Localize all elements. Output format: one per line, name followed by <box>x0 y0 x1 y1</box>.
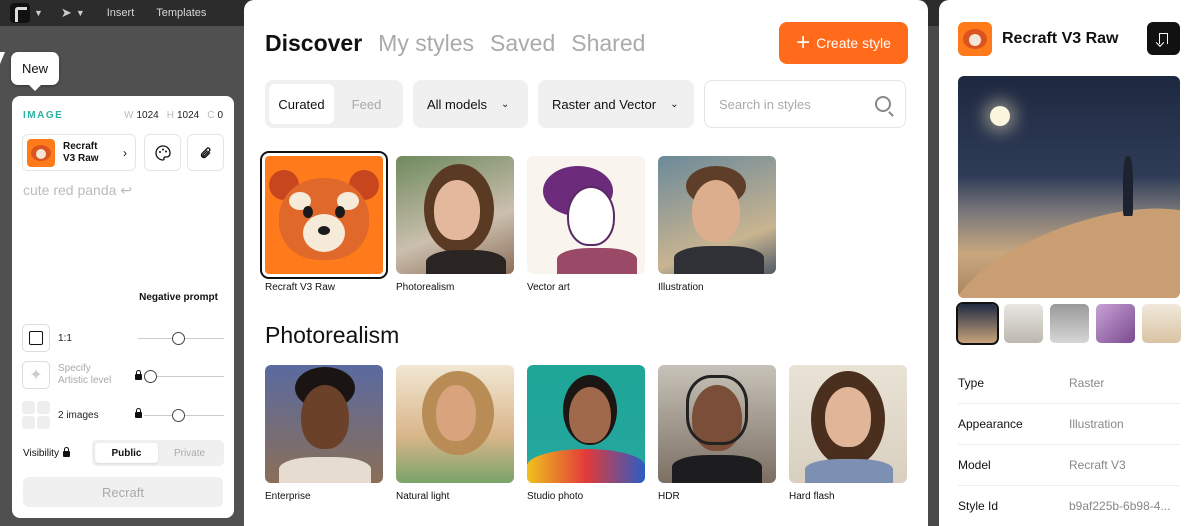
photorealism-styles: Enterprise Natural light Studio photo HD… <box>265 365 907 502</box>
style-title: Recraft V3 Raw <box>1002 30 1119 47</box>
aspect-label: 1:1 <box>58 332 72 344</box>
illustration-thumbnail <box>658 156 776 274</box>
lock-icon <box>135 370 142 380</box>
model-selector[interactable]: Recraft V3 Raw › <box>22 134 136 171</box>
images-slider[interactable] <box>144 409 224 422</box>
style-preview-image <box>958 76 1180 298</box>
filters-bar: Curated Feed All models ⌄ Raster and Vect… <box>265 80 906 128</box>
preview-thumb[interactable] <box>1142 304 1181 343</box>
preview-thumb[interactable] <box>1096 304 1135 343</box>
style-card-vector-art[interactable]: Vector art <box>527 156 645 293</box>
style-tabs: Discover My styles Saved Shared <box>265 30 645 57</box>
width-input[interactable]: 1024 <box>136 110 158 121</box>
search-icon <box>875 96 891 112</box>
model-thumbnail <box>27 138 55 167</box>
insert-menu[interactable]: Insert <box>107 7 135 19</box>
style-card-hdr[interactable]: HDR <box>658 365 776 502</box>
prop-model: Model Recraft V3 <box>958 444 1180 485</box>
prop-appearance: Appearance Illustration <box>958 403 1180 444</box>
preview-thumb[interactable] <box>1050 304 1089 343</box>
preview-thumb[interactable] <box>956 302 999 345</box>
chevron-down-icon[interactable]: ▼ <box>76 8 85 18</box>
woman-portrait-thumbnail <box>396 156 514 274</box>
lock-icon <box>135 408 142 418</box>
palette-icon <box>154 144 171 161</box>
tab-discover[interactable]: Discover <box>265 30 362 57</box>
app-logo-icon[interactable] <box>10 3 30 23</box>
c-input[interactable]: 0 <box>217 110 223 121</box>
artistic-level-icon[interactable]: ✦ <box>22 361 50 389</box>
enter-icon: ↩ <box>120 182 133 198</box>
tab-shared[interactable]: Shared <box>571 30 645 57</box>
mouse-cursor-icon <box>0 52 5 64</box>
studio-photo-thumbnail <box>527 365 645 483</box>
aspect-ratio-icon[interactable] <box>22 324 50 352</box>
chevron-down-icon: ⌄ <box>500 98 510 110</box>
enterprise-thumbnail <box>265 365 383 483</box>
lock-icon <box>62 446 70 457</box>
create-style-button[interactable]: + Create style <box>779 22 908 64</box>
style-detail-panel: Recraft V3 Raw Type Raster Appearance Illu… <box>939 0 1200 526</box>
prompt-input[interactable]: cute red panda ↩ <box>23 182 132 199</box>
models-dropdown[interactable]: All models ⌄ <box>413 80 528 128</box>
natural-light-thumbnail <box>396 365 514 483</box>
negative-prompt-link[interactable]: Negative prompt <box>139 292 218 303</box>
paperclip-icon <box>200 146 210 158</box>
prop-style-id[interactable]: Style Id b9af225b-6b98-4... <box>958 485 1180 526</box>
preview-thumb[interactable] <box>1004 304 1043 343</box>
images-grid-icon[interactable] <box>22 401 50 429</box>
chevron-down-icon: ⌄ <box>670 98 679 110</box>
style-card-natural-light[interactable]: Natural light <box>396 365 514 502</box>
search-input[interactable]: Search in styles <box>704 80 906 128</box>
curated-option[interactable]: Curated <box>269 84 334 124</box>
panel-title: IMAGE <box>23 110 64 121</box>
hard-flash-thumbnail <box>789 365 907 483</box>
style-card-recraft-v3-raw[interactable]: Recraft V3 Raw <box>260 151 388 293</box>
private-option[interactable]: Private <box>158 443 221 463</box>
cursor-tool-icon[interactable]: ➤ <box>61 5 72 21</box>
new-tooltip: New <box>11 52 60 91</box>
bookmark-icon <box>1159 33 1168 44</box>
style-thumbnail-icon <box>958 22 992 56</box>
style-card-illustration[interactable]: Illustration <box>658 156 776 293</box>
type-dropdown[interactable]: Raster and Vector ⌄ <box>538 80 694 128</box>
templates-menu[interactable]: Templates <box>156 7 206 19</box>
chevron-right-icon: › <box>123 145 127 160</box>
hdr-thumbnail <box>658 365 776 483</box>
height-input[interactable]: 1024 <box>177 110 199 121</box>
style-card-hard-flash[interactable]: Hard flash <box>789 365 907 502</box>
generator-panel: IMAGE W 1024 H 1024 C0 Recraft V3 Raw › cut… <box>12 96 234 518</box>
chevron-down-icon[interactable]: ▼ <box>34 8 43 18</box>
bookmark-button[interactable] <box>1147 22 1180 55</box>
artistic-slider[interactable] <box>144 370 224 383</box>
images-count: 2 images <box>58 409 99 421</box>
vector-art-thumbnail <box>527 156 645 274</box>
style-card-enterprise[interactable]: Enterprise <box>265 365 383 502</box>
plus-icon: + <box>796 29 811 56</box>
section-title: Photorealism <box>265 322 400 348</box>
tab-my-styles[interactable]: My styles <box>378 30 474 57</box>
curated-feed-toggle: Curated Feed <box>265 80 403 128</box>
style-card-photorealism[interactable]: Photorealism <box>396 156 514 293</box>
style-properties: Type Raster Appearance Illustration Model R… <box>958 362 1180 526</box>
style-card-studio-photo[interactable]: Studio photo <box>527 365 645 502</box>
public-option[interactable]: Public <box>95 443 158 463</box>
red-panda-thumbnail <box>260 151 388 279</box>
preview-thumbnails <box>956 302 1181 345</box>
attach-button[interactable] <box>187 134 224 171</box>
tab-saved[interactable]: Saved <box>490 30 555 57</box>
recraft-button[interactable]: Recraft <box>23 477 223 507</box>
featured-styles: Recraft V3 Raw Photorealism Vector art I… <box>260 151 776 293</box>
styles-modal: Discover My styles Saved Shared + Create… <box>244 0 928 526</box>
prop-type: Type Raster <box>958 375 1105 390</box>
palette-button[interactable] <box>144 134 181 171</box>
aspect-slider[interactable] <box>138 332 224 345</box>
visibility-label: Visibility <box>23 448 59 459</box>
visibility-toggle: Public Private <box>92 440 224 466</box>
feed-option[interactable]: Feed <box>334 84 399 124</box>
